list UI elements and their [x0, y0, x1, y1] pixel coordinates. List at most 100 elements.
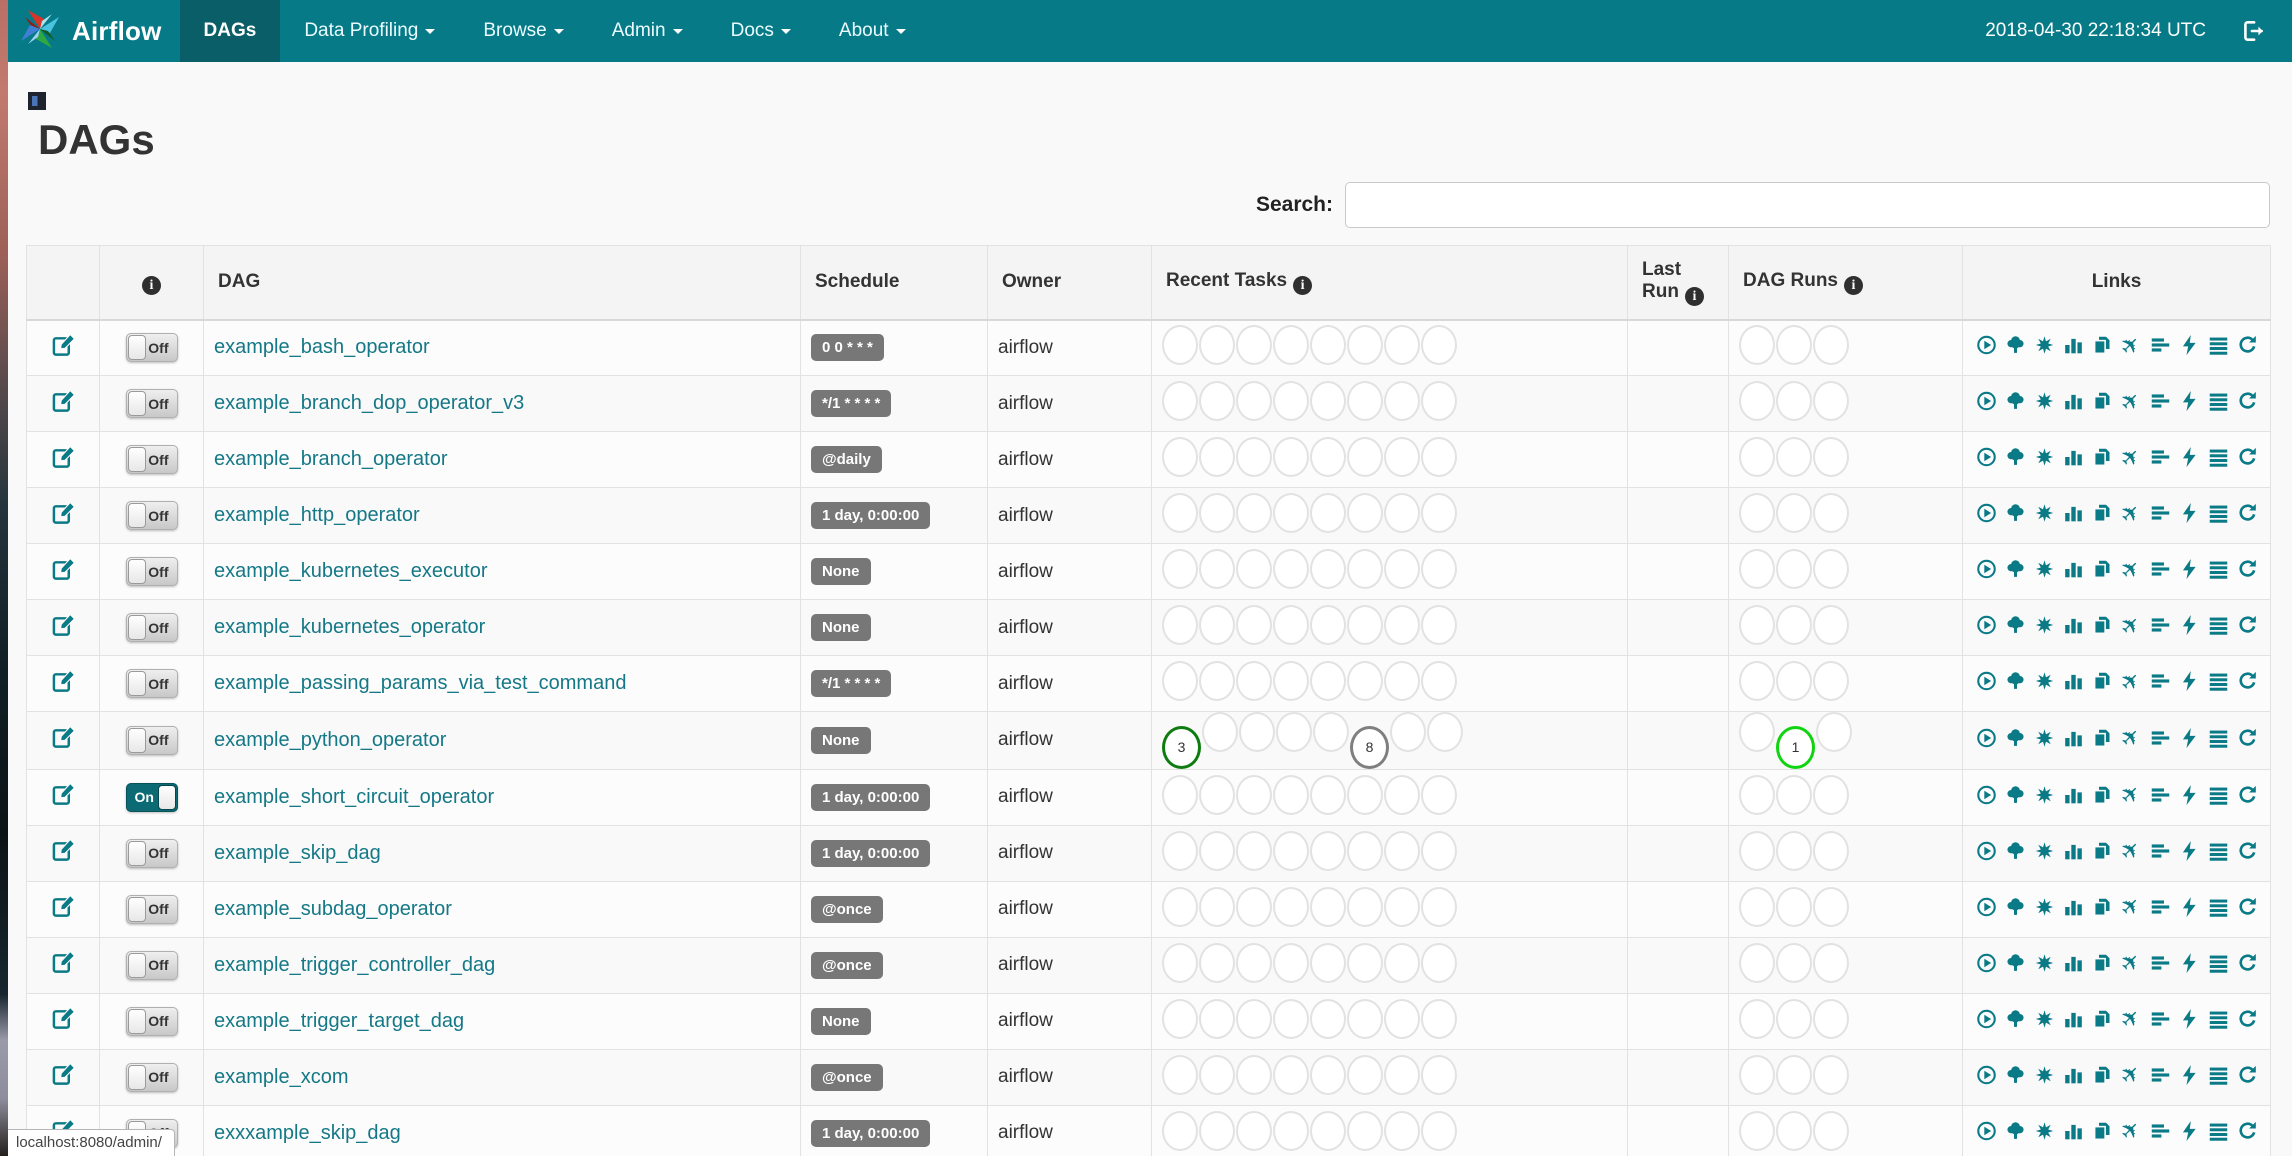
gantt-view-icon[interactable] [2150, 614, 2171, 636]
state-circle[interactable] [1310, 437, 1346, 477]
state-circle[interactable] [1273, 998, 1309, 1039]
tree-view-icon[interactable] [2005, 446, 2026, 468]
state-circle[interactable] [1347, 830, 1383, 871]
state-circle[interactable]: 8 [1350, 725, 1389, 769]
pause-toggle[interactable]: Off [125, 669, 178, 698]
task-duration-icon[interactable] [2063, 1008, 2084, 1030]
refresh-icon[interactable] [2237, 334, 2258, 356]
refresh-icon[interactable] [2237, 1120, 2258, 1142]
state-circle[interactable] [1776, 1110, 1812, 1151]
state-circle[interactable] [1739, 712, 1775, 752]
logout-icon[interactable] [2240, 18, 2266, 44]
edit-dag-icon[interactable] [52, 445, 75, 469]
state-circle[interactable] [1347, 998, 1383, 1039]
state-circle[interactable] [1236, 886, 1272, 927]
task-tries-icon[interactable] [2092, 1008, 2113, 1030]
state-circle[interactable] [1236, 549, 1272, 589]
trigger-dag-icon[interactable] [1976, 896, 1997, 918]
trigger-dag-icon[interactable] [1976, 502, 1997, 524]
trigger-dag-icon[interactable] [1976, 446, 1997, 468]
state-circle[interactable] [1162, 774, 1198, 815]
state-circle[interactable] [1199, 493, 1235, 533]
state-circle[interactable] [1162, 1110, 1198, 1151]
dag-link[interactable]: exxxample_skip_dag [214, 1122, 401, 1144]
state-circle[interactable] [1739, 774, 1775, 815]
state-circle[interactable] [1310, 998, 1346, 1039]
graph-view-icon[interactable] [2034, 446, 2055, 468]
landing-times-icon[interactable]: ✈ [2115, 329, 2147, 361]
task-tries-icon[interactable] [2092, 784, 2113, 806]
search-input[interactable] [1345, 182, 2270, 228]
state-circle[interactable] [1273, 830, 1309, 871]
state-circle[interactable] [1236, 325, 1272, 366]
code-view-icon[interactable] [2179, 840, 2200, 862]
logs-icon[interactable] [2208, 614, 2229, 636]
tree-view-icon[interactable] [2005, 727, 2026, 749]
code-view-icon[interactable] [2179, 1120, 2200, 1142]
state-circle[interactable] [1384, 942, 1420, 983]
graph-view-icon[interactable] [2034, 727, 2055, 749]
task-duration-icon[interactable] [2063, 502, 2084, 524]
state-circle[interactable] [1199, 1110, 1235, 1151]
graph-view-icon[interactable] [2034, 952, 2055, 974]
landing-times-icon[interactable]: ✈ [2115, 497, 2147, 529]
graph-view-icon[interactable] [2034, 558, 2055, 580]
logs-icon[interactable] [2208, 446, 2229, 468]
task-duration-icon[interactable] [2063, 334, 2084, 356]
refresh-icon[interactable] [2237, 727, 2258, 749]
dag-link[interactable]: example_xcom [214, 1066, 349, 1088]
state-circle[interactable] [1384, 493, 1420, 533]
code-view-icon[interactable] [2179, 784, 2200, 806]
landing-times-icon[interactable]: ✈ [2115, 1114, 2147, 1146]
state-circle[interactable] [1421, 830, 1457, 871]
landing-times-icon[interactable]: ✈ [2115, 385, 2147, 417]
state-circle[interactable] [1421, 774, 1457, 815]
state-circle[interactable] [1347, 661, 1383, 701]
edit-dag-icon[interactable] [52, 783, 75, 806]
logs-icon[interactable] [2208, 1120, 2229, 1142]
task-duration-icon[interactable] [2063, 1120, 2084, 1142]
dag-link[interactable]: example_skip_dag [214, 842, 381, 864]
state-circle[interactable] [1776, 830, 1812, 871]
nav-item-browse[interactable]: Browse [459, 0, 587, 62]
state-circle[interactable] [1384, 998, 1420, 1039]
state-circle[interactable] [1813, 998, 1849, 1039]
state-circle[interactable] [1421, 886, 1457, 927]
pause-toggle[interactable]: Off [125, 838, 178, 868]
nav-item-docs[interactable]: Docs [707, 0, 815, 62]
state-circle[interactable] [1384, 774, 1420, 815]
pause-toggle[interactable]: Off [125, 389, 178, 418]
logs-icon[interactable] [2208, 558, 2229, 580]
tree-view-icon[interactable] [2005, 614, 2026, 636]
state-circle[interactable] [1421, 381, 1457, 421]
task-duration-icon[interactable] [2063, 446, 2084, 468]
task-duration-icon[interactable] [2063, 896, 2084, 918]
gantt-view-icon[interactable] [2150, 1008, 2171, 1030]
task-duration-icon[interactable] [2063, 1064, 2084, 1086]
state-circle[interactable] [1162, 605, 1198, 645]
dag-link[interactable]: example_kubernetes_executor [214, 560, 488, 582]
code-view-icon[interactable] [2179, 896, 2200, 918]
code-view-icon[interactable] [2179, 727, 2200, 749]
task-tries-icon[interactable] [2092, 670, 2113, 692]
state-circle[interactable] [1347, 437, 1383, 477]
graph-view-icon[interactable] [2034, 334, 2055, 356]
edit-dag-icon[interactable] [52, 501, 75, 525]
state-circle[interactable] [1202, 712, 1238, 752]
code-view-icon[interactable] [2179, 670, 2200, 692]
pause-toggle[interactable]: Off [125, 333, 178, 363]
graph-view-icon[interactable] [2034, 1120, 2055, 1142]
edit-dag-icon[interactable] [52, 726, 75, 749]
state-circle[interactable] [1273, 381, 1309, 421]
state-circle[interactable]: 3 [1162, 725, 1201, 769]
state-circle[interactable] [1162, 493, 1198, 533]
state-circle[interactable] [1236, 774, 1272, 815]
state-circle[interactable] [1816, 712, 1852, 752]
state-circle[interactable] [1739, 1110, 1775, 1151]
tree-view-icon[interactable] [2005, 1120, 2026, 1142]
dag-link[interactable]: example_bash_operator [214, 336, 430, 358]
pause-toggle[interactable]: Off [125, 557, 178, 586]
state-circle[interactable] [1776, 437, 1812, 477]
gantt-view-icon[interactable] [2150, 1064, 2171, 1086]
tree-view-icon[interactable] [2005, 334, 2026, 356]
